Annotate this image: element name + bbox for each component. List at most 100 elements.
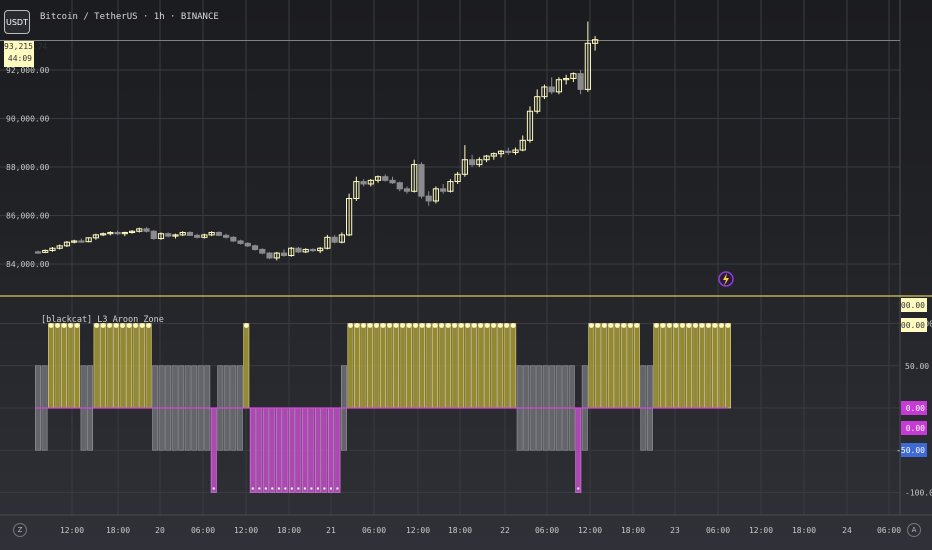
- aroon-up-dot: [699, 323, 705, 328]
- aroon-up-bar: [497, 323, 504, 409]
- bear-candle: [577, 73, 584, 90]
- aroon-up-bar: [432, 323, 439, 409]
- indicator-axis-label: -100.00: [905, 489, 932, 498]
- symbol-title[interactable]: Bitcoin / TetherUS · 1h · BINANCE: [40, 12, 219, 22]
- indicator-title[interactable]: [blackcat] L3 Aroon Zone: [41, 315, 164, 325]
- bear-candle: [309, 248, 317, 252]
- chart-canvas[interactable]: 90,000.00 88,000.00 86,000.00 84,000.00 92,0…: [0, 0, 932, 550]
- aroon-down-dot: [290, 487, 293, 490]
- aroon-down-bar: [210, 407, 217, 493]
- aroon-up-dot: [712, 323, 718, 328]
- aroon-up-bar: [243, 323, 250, 409]
- aroon-up-bar: [451, 323, 458, 409]
- bear-candle: [469, 159, 476, 166]
- time-axis-label: 06:00: [191, 526, 215, 535]
- aroon-up-bar: [718, 323, 725, 409]
- aroon-up-bar: [477, 323, 484, 409]
- aroon-up-bar: [445, 323, 452, 409]
- aroon-down-dot: [258, 487, 261, 490]
- bear-candle: [230, 236, 237, 242]
- time-axis-label: 12:00: [234, 526, 258, 535]
- time-axis-label: 06:00: [706, 526, 730, 535]
- aroon-up-bar: [614, 323, 621, 409]
- bear-candle: [150, 230, 157, 240]
- aroon-up-bar: [685, 323, 692, 409]
- aroon-up-bar: [692, 323, 699, 409]
- aroon-up-dot: [243, 323, 249, 328]
- aroon-up-dot: [374, 323, 379, 328]
- aroon-down-bar: [282, 407, 289, 493]
- aroon-up-bar: [490, 323, 497, 409]
- bear-candle: [389, 179, 396, 184]
- aroon-up-dot: [608, 323, 614, 328]
- value-badge-text: -50.00: [896, 446, 925, 455]
- time-axis-label: 06:00: [877, 526, 901, 535]
- aroon-down-bar: [308, 407, 315, 493]
- time-axis-label: 18:00: [277, 526, 301, 535]
- aroon-up-dot: [706, 323, 711, 328]
- bear-candle: [259, 248, 266, 254]
- aroon-up-bar: [360, 323, 367, 409]
- aroon-up-dot: [484, 323, 490, 328]
- time-axis-label: 18:00: [106, 526, 130, 535]
- aroon-up-bar: [113, 323, 120, 409]
- aroon-down-dot: [277, 487, 280, 490]
- aroon-up-bar: [48, 323, 54, 409]
- aroon-up-bar: [438, 323, 445, 409]
- aroon-up-dot: [653, 323, 659, 328]
- symbol-badge[interactable]: USDT: [4, 10, 30, 34]
- aroon-up-bar: [607, 323, 614, 409]
- aroon-up-dot: [439, 323, 444, 328]
- aroon-down-dot: [303, 487, 306, 490]
- aroon-up-dot: [426, 323, 431, 328]
- aroon-up-bar: [588, 323, 595, 409]
- aroon-up-dot: [432, 323, 438, 328]
- aroon-down-bar: [262, 407, 269, 493]
- aroon-up-dot: [419, 323, 425, 328]
- aroon-up-bar: [633, 323, 640, 409]
- aroon-up-dot: [380, 323, 386, 328]
- bear-candle: [215, 231, 222, 236]
- aroon-up-bar: [412, 323, 419, 409]
- aroon-up-bar: [386, 323, 393, 409]
- aroon-up-bar: [464, 323, 471, 409]
- price-axis-label: 88,000.00: [6, 163, 50, 172]
- price-axis-label: 84,000.00: [6, 260, 50, 269]
- aroon-up-bar: [67, 323, 74, 409]
- aroon-up-dot: [387, 323, 392, 328]
- bear-candle: [425, 195, 432, 202]
- aroon-up-bar: [126, 323, 133, 409]
- time-axis-label: 12:00: [578, 526, 602, 535]
- aroon-up-bar: [100, 323, 107, 409]
- bear-candle: [382, 176, 389, 181]
- aroon-up-bar: [620, 323, 627, 409]
- aroon-up-dot: [614, 323, 620, 328]
- aroon-down-dot: [297, 487, 300, 490]
- aroon-down-bar: [269, 407, 276, 493]
- bar-countdown: 44:09: [7, 54, 32, 63]
- zoom-icon[interactable]: Z: [13, 523, 27, 537]
- aroon-down-bar: [256, 407, 263, 493]
- aroon-up-dot: [497, 323, 503, 328]
- aroon-up-bar: [119, 323, 126, 409]
- chart-app: 90,000.00 88,000.00 86,000.00 84,000.00 92,0…: [0, 0, 932, 550]
- aroon-down-bar: [334, 407, 341, 493]
- aroon-up-bar: [380, 323, 386, 409]
- value-badge-text: 100.00: [896, 321, 925, 330]
- bear-candle: [251, 245, 259, 250]
- aroon-up-dot: [660, 323, 666, 328]
- auto-scale-icon[interactable]: A: [907, 523, 921, 537]
- bear-candle: [403, 188, 411, 192]
- bear-candle: [165, 233, 172, 237]
- aroon-down-bar: [275, 407, 282, 493]
- aroon-up-dot: [601, 323, 607, 328]
- bear-candle: [186, 231, 194, 236]
- aroon-down-dot: [271, 487, 274, 490]
- bear-candle: [223, 234, 230, 238]
- aroon-up-bar: [653, 323, 660, 409]
- value-badge-text: 0.00: [906, 424, 925, 433]
- aroon-up-bar: [725, 323, 731, 409]
- aroon-up-dot: [634, 323, 640, 328]
- aroon-up-dot: [686, 323, 692, 328]
- aroon-up-dot: [491, 323, 497, 328]
